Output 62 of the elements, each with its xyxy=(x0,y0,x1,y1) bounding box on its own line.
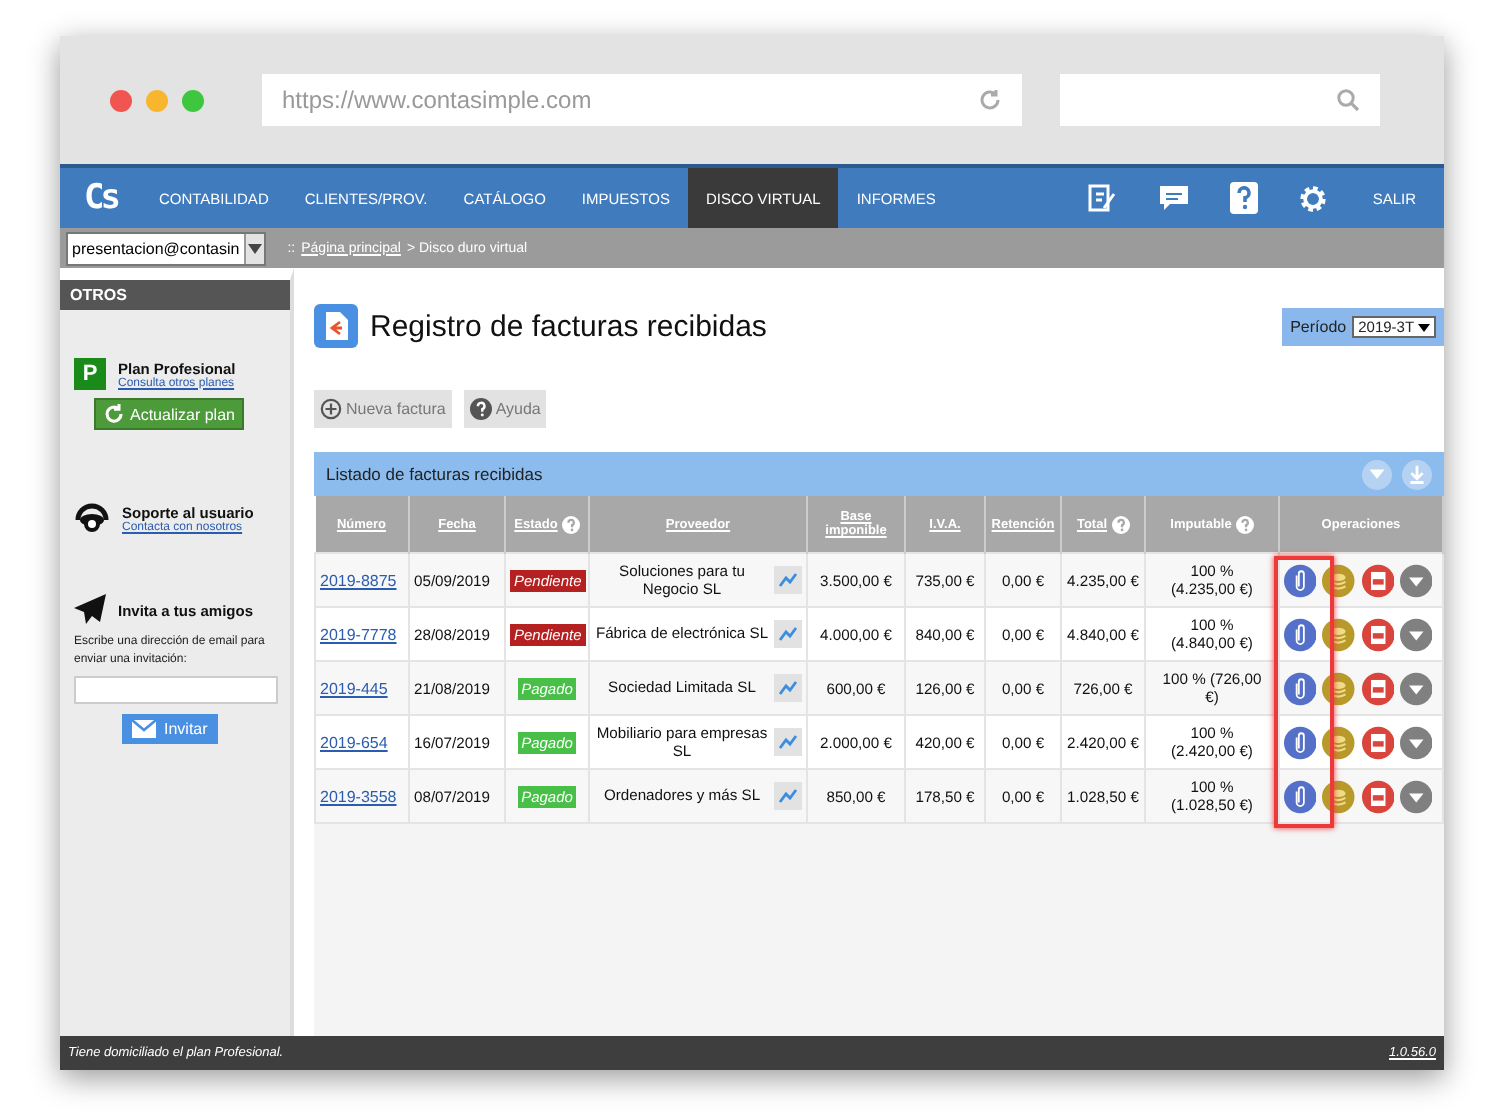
help-icon[interactable] xyxy=(1230,182,1259,214)
more-icon[interactable] xyxy=(1399,617,1432,651)
close-dot[interactable] xyxy=(110,89,132,111)
download-icon[interactable] xyxy=(1402,459,1432,489)
more-icon[interactable] xyxy=(1399,671,1432,705)
account-select[interactable]: presentacion@contasin xyxy=(66,231,266,265)
logo[interactable]: Cs xyxy=(60,178,141,218)
chart-icon[interactable] xyxy=(774,620,802,648)
pdf-icon[interactable] xyxy=(1361,779,1394,813)
search-field[interactable] xyxy=(1060,74,1380,126)
pdf-icon[interactable] xyxy=(1361,725,1394,759)
paperclip-icon[interactable] xyxy=(1284,779,1317,813)
chat-icon[interactable] xyxy=(1158,184,1191,212)
sidebar-title: OTROS xyxy=(60,280,290,310)
paperclip-icon[interactable] xyxy=(1284,617,1317,651)
plan-badge: P xyxy=(74,358,106,390)
address-bar[interactable]: https://www.contasimple.com xyxy=(262,74,1022,126)
help-icon[interactable] xyxy=(1235,515,1254,533)
help-icon xyxy=(469,398,492,420)
maximize-dot[interactable] xyxy=(182,89,204,111)
reload-icon[interactable] xyxy=(978,88,1002,112)
invite-button[interactable]: Invitar xyxy=(122,714,218,745)
paperclip-icon[interactable] xyxy=(1284,671,1317,705)
more-icon[interactable] xyxy=(1399,779,1432,813)
coins-icon[interactable] xyxy=(1322,617,1355,651)
pdf-icon[interactable] xyxy=(1361,563,1394,597)
chart-icon[interactable] xyxy=(774,674,802,702)
invoice-icon xyxy=(314,304,358,348)
chart-icon[interactable] xyxy=(774,566,802,594)
coins-icon[interactable] xyxy=(1322,725,1355,759)
pdf-icon[interactable] xyxy=(1361,671,1394,705)
headset-icon xyxy=(74,502,110,534)
plus-icon xyxy=(320,398,342,420)
help-icon[interactable] xyxy=(1111,515,1130,533)
more-icon[interactable] xyxy=(1399,725,1432,759)
coins-icon[interactable] xyxy=(1322,563,1355,597)
coins-icon[interactable] xyxy=(1322,779,1355,813)
list-title: Listado de facturas recibidas xyxy=(326,464,543,484)
period-label: Período xyxy=(1290,317,1347,335)
edit-document-icon[interactable] xyxy=(1086,182,1119,214)
chart-icon[interactable] xyxy=(774,782,802,810)
paper-plane-icon xyxy=(74,594,106,626)
caret-icon xyxy=(247,243,262,253)
more-icon[interactable] xyxy=(1399,563,1432,597)
filter-icon[interactable] xyxy=(1362,459,1392,489)
upgrade-button[interactable]: Actualizar plan xyxy=(94,398,245,430)
chart-icon[interactable] xyxy=(774,728,802,756)
email-field[interactable] xyxy=(74,676,278,705)
settings-icon[interactable] xyxy=(1298,183,1329,213)
help-button[interactable]: Ayuda xyxy=(463,390,547,428)
caret-icon xyxy=(1418,323,1430,331)
minimize-dot[interactable] xyxy=(146,89,168,111)
help-icon[interactable] xyxy=(561,515,580,533)
paperclip-icon[interactable] xyxy=(1284,725,1317,759)
new-invoice-button[interactable]: Nueva factura xyxy=(314,390,452,428)
coins-icon[interactable] xyxy=(1322,671,1355,705)
page-title: Registro de facturas recibidas xyxy=(370,309,767,343)
envelope-icon xyxy=(132,720,156,739)
pdf-icon[interactable] xyxy=(1361,617,1394,651)
search-icon[interactable] xyxy=(1336,88,1360,112)
refresh-icon xyxy=(104,404,124,424)
paperclip-icon[interactable] xyxy=(1284,563,1317,597)
